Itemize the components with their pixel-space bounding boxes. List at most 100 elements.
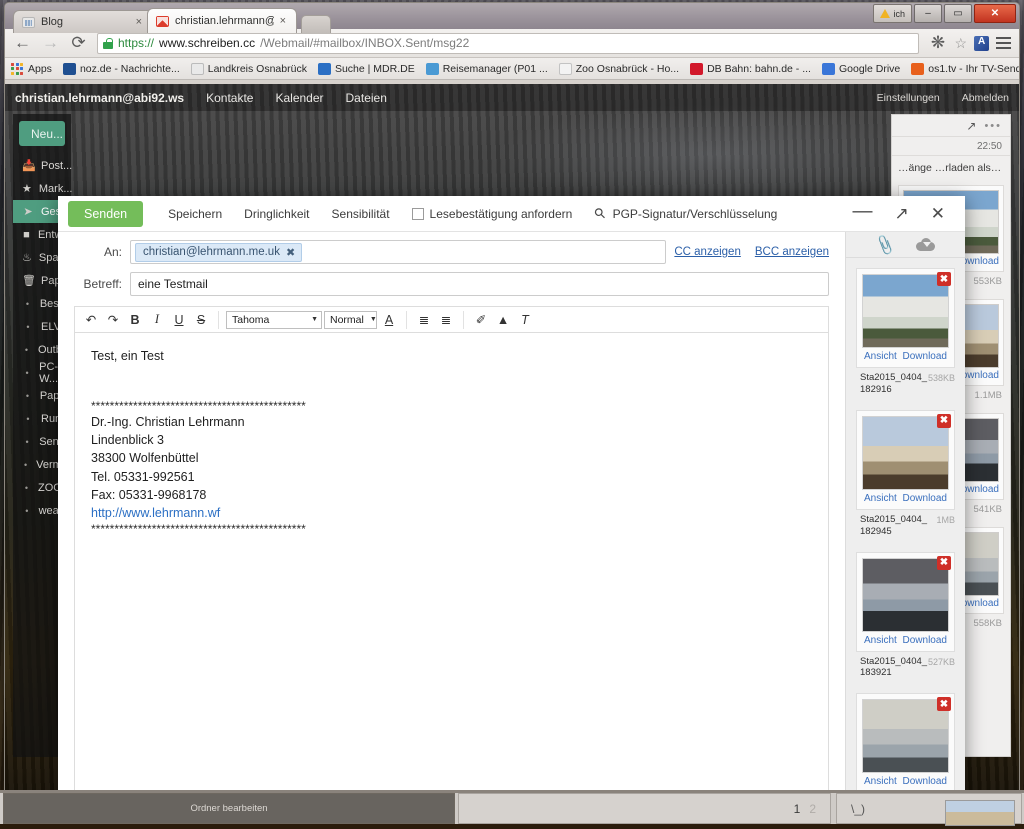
paperclip-icon[interactable]: 📎 (873, 233, 897, 256)
bookmark-zoo[interactable]: Zoo Osnabrück - Ho... (558, 62, 679, 75)
nav-kalender[interactable]: Kalender (275, 91, 323, 105)
show-bcc-link[interactable]: BCC anzeigen (755, 246, 829, 258)
browser-tab-blog[interactable]: Blog × (13, 10, 153, 33)
send-button[interactable]: Senden (68, 200, 144, 227)
sensitivity-button[interactable]: Sensibilität (321, 207, 401, 221)
attachment-size: 538KB (927, 373, 955, 383)
ordered-list-icon[interactable]: ≣ (414, 310, 434, 330)
download-link[interactable]: Download (903, 351, 947, 362)
undo-icon[interactable]: ↶ (81, 310, 101, 330)
page-current[interactable]: 1 (794, 802, 801, 816)
taskbar-thumbnail[interactable] (945, 800, 1015, 826)
strikethrough-icon[interactable]: S (191, 310, 211, 330)
remove-recipient-icon[interactable]: ✖ (286, 246, 295, 259)
address-bar[interactable]: https:// www.schreiben.cc/Webmail/#mailbo… (97, 32, 920, 54)
cloud-download-icon[interactable] (916, 238, 936, 251)
bold-icon[interactable]: B (125, 310, 145, 330)
view-link[interactable]: Ansicht (864, 776, 897, 787)
dot-icon: • (25, 436, 29, 447)
font-size-select[interactable]: Normal ▼ (324, 310, 377, 329)
attachment-item: ✖ Ansicht Download Sta2015_0404_183921 5… (846, 551, 965, 680)
chevron-down-icon: ▼ (311, 316, 318, 323)
redo-icon[interactable]: ↷ (103, 310, 123, 330)
bookmark-star-icon[interactable]: ☆ (954, 35, 967, 52)
nav-dateien[interactable]: Dateien (346, 91, 387, 105)
minimize-icon[interactable]: — (853, 201, 873, 221)
view-link[interactable]: Ansicht (864, 493, 897, 504)
bookmark-dbbahn[interactable]: DB Bahn: bahn.de - ... (690, 62, 811, 75)
read-receipt-toggle[interactable]: Lesebestätigung anfordern (401, 207, 584, 221)
bookmark-reisemanager[interactable]: Reisemanager (P01 ... (425, 62, 548, 75)
unordered-list-icon[interactable]: ≣ (436, 310, 456, 330)
sidebar-item-inbox[interactable]: 📥 Post... (13, 154, 72, 177)
maximize-button[interactable]: ▭ (944, 4, 972, 23)
taskbar-window-preview[interactable]: Ordner bearbeiten (3, 793, 455, 824)
subject-input[interactable]: eine Testmail (130, 272, 829, 296)
bookmark-apps[interactable]: Apps (11, 62, 52, 75)
show-cc-link[interactable]: CC anzeigen (674, 246, 740, 258)
download-link[interactable]: Download (903, 776, 947, 787)
back-icon[interactable]: ← (13, 33, 32, 53)
remove-attachment-icon[interactable]: ✖ (937, 272, 951, 286)
minimize-button[interactable]: – (914, 4, 942, 23)
subject-row: Betreff: eine Testmail (58, 264, 845, 296)
image-icon[interactable]: ▲ (493, 310, 513, 330)
emoticon-label: \_) (851, 801, 866, 816)
popout-icon[interactable]: ↗ (895, 205, 909, 222)
pgp-button[interactable]: ⚲ PGP-Signatur/Verschlüsselung (583, 204, 778, 223)
menu-icon[interactable] (996, 37, 1011, 49)
attachment-thumbnail[interactable] (862, 699, 949, 774)
view-link[interactable]: Ansicht (864, 351, 897, 362)
bookmark-landkreis[interactable]: Landkreis Osnabrück (190, 62, 307, 75)
logout-link[interactable]: Abmelden (962, 92, 1009, 104)
reload-icon[interactable]: ⟳ (69, 33, 88, 53)
nav-kontakte[interactable]: Kontakte (206, 91, 253, 105)
checkbox-icon[interactable] (411, 207, 424, 220)
remove-attachment-icon[interactable]: ✖ (937, 555, 951, 570)
recipient-chip[interactable]: christian@lehrmann.me.uk ✖ (135, 242, 303, 262)
attachment-thumbnail[interactable] (862, 415, 949, 490)
close-icon[interactable]: ✕ (931, 205, 945, 222)
inbox-icon: 📥 (22, 160, 36, 172)
settings-link[interactable]: Einstellungen (877, 92, 940, 104)
bookmark-googledrive[interactable]: Google Drive (821, 62, 900, 75)
attachment-thumbnail[interactable] (862, 557, 949, 632)
bookmark-os1tv[interactable]: os1.tv - Ihr TV-Send... (911, 62, 1019, 75)
browser-tab-webmail[interactable]: christian.lehrmann@abi9… × (147, 8, 297, 33)
signature-website-link[interactable]: http://www.lehrmann.wf (91, 504, 812, 522)
view-link[interactable]: Ansicht (864, 635, 897, 646)
priority-button[interactable]: Dringlichkeit (233, 207, 320, 221)
account-label: christian.lehrmann@abi92.ws (15, 90, 185, 105)
to-row: An: christian@lehrmann.me.uk ✖ CC anzeig… (58, 232, 845, 264)
forward-icon[interactable]: → (41, 33, 60, 53)
close-icon[interactable]: × (280, 15, 286, 27)
attachment-thumbnail[interactable] (862, 274, 949, 348)
download-link[interactable]: Download (903, 493, 947, 504)
extension-icon[interactable]: ❋ (928, 33, 947, 53)
popout-icon[interactable]: ↗ (966, 119, 976, 133)
page-next[interactable]: 2 (809, 802, 816, 816)
notification-badge[interactable]: ich (873, 4, 912, 23)
close-button[interactable]: ✕ (974, 4, 1016, 23)
more-options-icon[interactable]: ••• (984, 120, 1002, 132)
clear-format-icon[interactable]: T (515, 310, 535, 330)
save-button[interactable]: Speichern (157, 207, 233, 221)
message-body-editor[interactable]: Test, ein Test *************************… (74, 332, 829, 791)
bookmark-noz[interactable]: noz.de - Nachrichte... (62, 62, 180, 75)
sent-icon: ➤ (23, 206, 33, 218)
download-link[interactable]: Download (903, 635, 947, 646)
text-color-icon[interactable]: A (379, 310, 399, 330)
new-message-button[interactable]: Neu... (19, 121, 65, 146)
to-input[interactable]: christian@lehrmann.me.uk ✖ (130, 240, 667, 264)
bookmark-mdr[interactable]: Suche | MDR.DE (317, 62, 415, 75)
remove-attachment-icon[interactable]: ✖ (937, 413, 951, 428)
link-icon[interactable]: ✐ (471, 310, 491, 330)
close-icon[interactable]: × (136, 16, 142, 28)
underline-icon[interactable]: U (169, 310, 189, 330)
font-family-select[interactable]: Tahoma ▼ (226, 310, 322, 329)
remove-attachment-icon[interactable]: ✖ (937, 697, 951, 712)
new-tab-button[interactable] (301, 15, 331, 33)
attachment-size: 1.1MB (974, 390, 1002, 402)
italic-icon[interactable]: I (147, 310, 167, 330)
pdf-extension-icon[interactable] (974, 35, 989, 51)
